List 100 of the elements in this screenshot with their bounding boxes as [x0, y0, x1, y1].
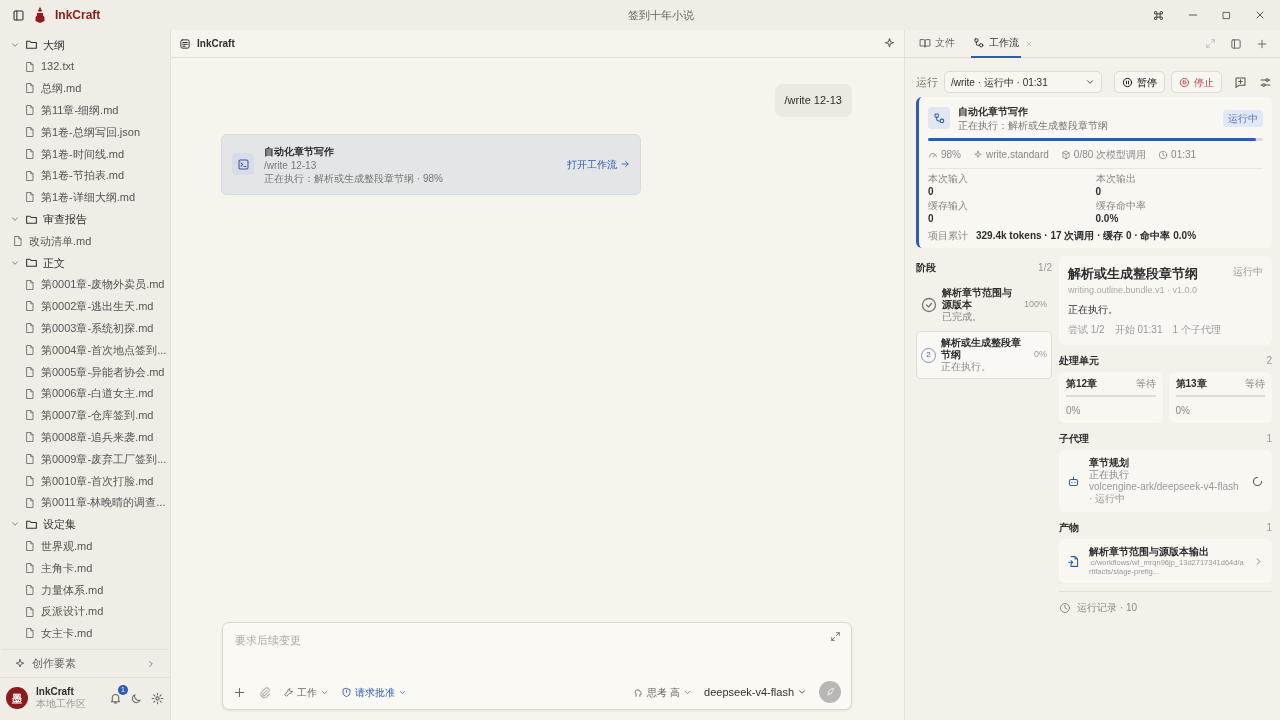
chevron-down-icon — [1085, 77, 1095, 87]
file-icon — [24, 126, 36, 139]
message-input[interactable]: 要求后续变更 — [233, 631, 830, 650]
file-icon — [24, 387, 36, 400]
section-title: 处理单元 — [1059, 354, 1099, 368]
run-select[interactable]: /write · 运行中 · 01:31 — [944, 71, 1102, 93]
file-item[interactable]: 第1卷-详细大纲.md — [0, 186, 170, 209]
unit-name: 第13章 — [1175, 378, 1207, 390]
file-icon — [24, 540, 36, 553]
file-icon — [24, 627, 36, 640]
file-icon — [24, 344, 36, 357]
status-badge: 运行中 — [1223, 109, 1263, 127]
folder-item[interactable]: 审查报告 — [0, 208, 170, 231]
feather-icon — [824, 686, 836, 698]
thinking-dropdown[interactable]: 思考 高 — [633, 684, 693, 700]
model-dropdown[interactable]: deepseek-v4-flash — [704, 683, 807, 701]
logo-icon — [35, 7, 45, 23]
unit-percent: 0% — [1175, 405, 1191, 417]
file-icon — [24, 104, 36, 117]
file-icon — [24, 300, 36, 313]
file-icon — [24, 147, 36, 160]
file-icon — [24, 562, 36, 574]
stage-title: 解析章节范围与源版本 — [942, 287, 1013, 311]
unit-name: 第12章 — [1066, 378, 1098, 390]
folder-item[interactable]: 设定集 — [0, 513, 170, 536]
file-item[interactable]: 主角卡.md — [0, 557, 170, 579]
message-composer[interactable]: 要求后续变更 工作 请求批准 思考 高 deepseek-v4-flash — [222, 622, 852, 710]
comment-plus-icon[interactable] — [1234, 75, 1247, 89]
file-item[interactable]: 第0011章-林晚晴的调查... — [0, 491, 170, 514]
sliders-icon[interactable] — [1259, 75, 1272, 89]
file-icon — [24, 409, 36, 422]
file-icon — [24, 474, 36, 487]
pause-button[interactable]: 暂停 — [1114, 71, 1165, 93]
plus-icon[interactable] — [1256, 37, 1268, 50]
stat-text: 0/80 次模型调用 — [1073, 148, 1147, 162]
maximize-icon[interactable] — [1221, 9, 1232, 21]
file-item[interactable]: 第0002章-逃出生天.md — [0, 295, 170, 318]
plus-icon[interactable] — [233, 685, 246, 699]
unit-state: 等待 — [1135, 378, 1156, 390]
bell-icon[interactable] — [109, 692, 122, 706]
run-label: 运行 — [916, 74, 938, 90]
file-item[interactable]: 第0007章-仓库签到.md — [0, 404, 170, 427]
panel-tab[interactable]: 文件 — [917, 29, 957, 58]
close-icon[interactable] — [1254, 9, 1266, 21]
file-item[interactable]: 第0008章-追兵来袭.md — [0, 426, 170, 449]
folder-item[interactable]: 正文 — [0, 251, 170, 274]
panel-tab[interactable]: 工作流 — [971, 29, 1021, 58]
chat-icon — [179, 37, 191, 50]
section-count: 1/2 — [1038, 261, 1052, 275]
stage-message: 正在执行。 — [1068, 303, 1119, 317]
file-item[interactable]: 第0004章-首次地点签到... — [0, 339, 170, 361]
file-item[interactable]: 第1卷-节拍表.md — [0, 164, 170, 187]
sparkle-icon — [973, 149, 983, 160]
file-item[interactable]: 女主卡.md — [0, 622, 170, 645]
file-item[interactable]: 132.txt — [0, 55, 170, 78]
file-item[interactable]: 力量体系.md — [0, 578, 170, 601]
stage-item[interactable]: 2 解析或生成整段章节纲 正在执行。 0% — [916, 331, 1052, 379]
sidebar-icon[interactable] — [1230, 37, 1242, 50]
file-icon — [12, 235, 24, 248]
file-icon — [24, 82, 36, 95]
file-item[interactable]: 世界观.md — [0, 535, 170, 558]
book-icon — [919, 36, 931, 49]
file-item[interactable]: 第0009章-废弃工厂签到... — [0, 448, 170, 470]
stage-status: 正在执行。 — [941, 361, 992, 373]
terminal-icon — [236, 157, 250, 171]
elements-link[interactable]: 创作要素 — [2, 649, 168, 677]
chat-title: InkCraft — [197, 37, 236, 51]
file-item[interactable]: 第0003章-系统初探.md — [0, 317, 170, 340]
file-item[interactable]: 第0006章-白道女主.md — [0, 382, 170, 405]
subagent-detail: volcengine-ark/deepseek-v4-flash · 运行中 — [1089, 481, 1240, 505]
stage-item[interactable]: 解析章节范围与源版本 已完成。 100% — [916, 281, 1052, 329]
expand-icon[interactable] — [830, 631, 841, 642]
sidebar-toggle-icon[interactable] — [12, 8, 25, 22]
file-item[interactable]: 第0010章-首次打脸.md — [0, 469, 170, 492]
chevron-right-icon — [146, 658, 156, 669]
file-item[interactable]: 改动清单.md — [0, 230, 170, 252]
file-item[interactable]: 反派设计.md — [0, 600, 170, 623]
sparkle-icon[interactable] — [883, 37, 896, 50]
file-item[interactable]: 第1卷-总纲写回.json — [0, 121, 170, 143]
approval-dropdown[interactable]: 请求批准 — [341, 684, 407, 700]
file-item[interactable]: 总纲.md — [0, 77, 170, 100]
file-item[interactable]: 第11章-细纲.md — [0, 99, 170, 122]
folder-item[interactable]: 大纲 — [0, 34, 170, 56]
workspace-label: 本地工作区 — [36, 698, 87, 710]
file-item[interactable]: 第0001章-废物外卖员.md — [0, 273, 170, 296]
stop-button[interactable]: 停止 — [1171, 71, 1222, 93]
stage-title: 解析或生成整段章节纲 — [941, 337, 1022, 361]
file-icon — [24, 169, 36, 182]
metric-value: 0 — [928, 185, 935, 198]
command-icon[interactable] — [1152, 8, 1165, 22]
metric-label: 本次输出 — [1095, 173, 1137, 185]
avatar[interactable]: 墨 — [6, 687, 28, 709]
file-icon — [24, 278, 36, 291]
moon-icon[interactable] — [130, 691, 143, 705]
file-item[interactable]: 第1卷-时间线.md — [0, 143, 170, 165]
meta-text: 1 个子代理 — [1172, 323, 1221, 337]
file-item[interactable]: 第0005章-异能者协会.md — [0, 360, 170, 383]
workflow-icon — [973, 36, 985, 49]
mode-dropdown[interactable]: 工作 — [283, 684, 329, 700]
open-workflow-link[interactable]: 打开工作流 — [567, 156, 630, 172]
